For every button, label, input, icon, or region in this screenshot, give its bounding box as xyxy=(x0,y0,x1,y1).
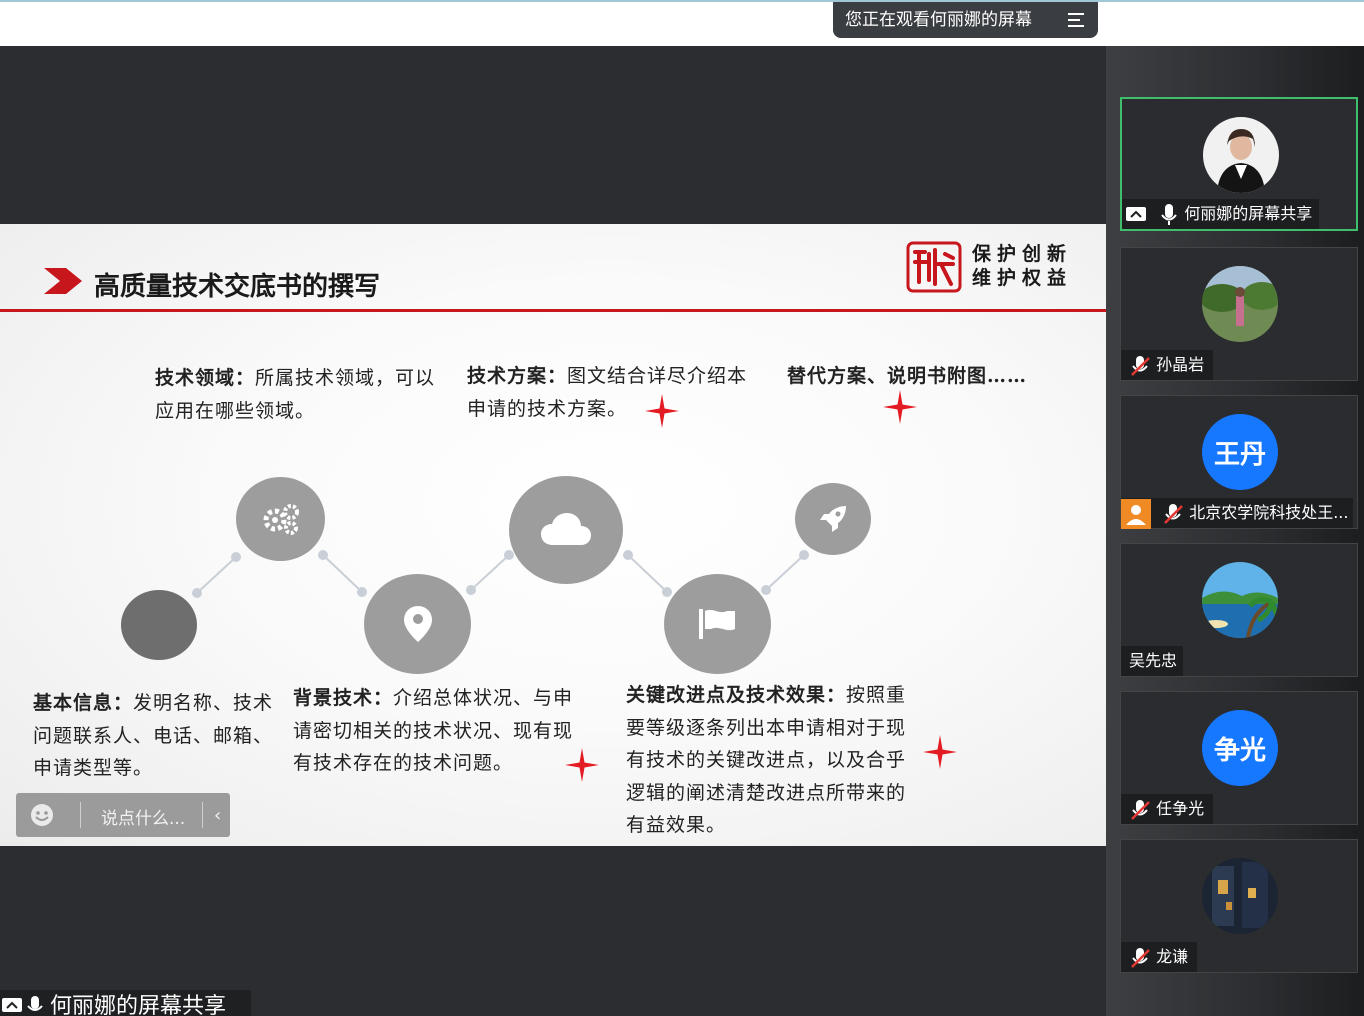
participant-name: 吴先忠 xyxy=(1129,651,1178,670)
top-bar: 您正在观看何丽娜的屏幕 xyxy=(0,0,1364,46)
info-circle xyxy=(121,590,197,660)
avatar xyxy=(1202,266,1278,342)
microphone-muted-icon xyxy=(1131,355,1150,376)
screen-share-icon xyxy=(1126,206,1146,221)
rocket-circle xyxy=(795,483,871,555)
flag-circle xyxy=(664,574,771,674)
basic-info-text: 基本信息：发明名称、技术问题联系人、电话、邮箱、申请类型等。 xyxy=(33,692,274,779)
participant-tile[interactable]: 何丽娜的屏幕共享 xyxy=(1120,97,1358,231)
tech-solution-text: 技术方案：图文结合详尽介绍本申请的技术方案。 xyxy=(467,365,748,420)
participant-tile[interactable]: 争光 任争光 xyxy=(1120,691,1358,825)
chevron-left-icon[interactable]: ‹ xyxy=(214,805,221,826)
participant-namebar: 龙谦 xyxy=(1121,942,1197,972)
cloud-circle xyxy=(509,476,623,584)
avatar: 争光 xyxy=(1202,710,1278,786)
divider xyxy=(202,802,203,828)
key-improvement-text: 关键改进点及技术效果：按照重要等级逐条列出本申请相对于现有技术的关键改进点，以及… xyxy=(626,684,907,836)
viewing-text: 您正在观看何丽娜的屏幕 xyxy=(845,10,1032,30)
menu-icon[interactable] xyxy=(1068,13,1084,27)
avatar: 王丹 xyxy=(1202,414,1278,490)
gears-circle xyxy=(236,477,325,561)
participant-name: 何丽娜的屏幕共享 xyxy=(1184,204,1313,223)
microphone-icon xyxy=(27,996,43,1011)
participant-tile[interactable]: 龙谦 xyxy=(1120,839,1358,973)
star-icon xyxy=(883,390,917,424)
microphone-muted-icon xyxy=(1131,947,1150,968)
participant-tile[interactable]: 吴先忠 xyxy=(1120,543,1358,677)
participant-name: 孙晶岩 xyxy=(1156,355,1205,374)
star-icon xyxy=(645,394,679,428)
participant-namebar: 北京农学院科技处王... xyxy=(1121,498,1353,529)
participant-namebar: 吴先忠 xyxy=(1121,646,1183,676)
microphone-icon xyxy=(1161,203,1177,225)
user-icon xyxy=(1121,498,1151,529)
location-circle xyxy=(364,574,471,674)
participant-tile[interactable]: 王丹 北京农学院科技处王... xyxy=(1120,395,1358,529)
participant-name: 任争光 xyxy=(1156,799,1205,818)
emoji-icon[interactable] xyxy=(30,803,54,827)
gears-icon xyxy=(263,504,299,535)
rocket-icon xyxy=(820,506,846,532)
divider xyxy=(80,802,81,828)
microphone-muted-icon xyxy=(1164,503,1183,524)
alternative-text: 替代方案、说明书附图…… xyxy=(787,365,1028,387)
participant-namebar: 何丽娜的屏幕共享 xyxy=(1122,199,1319,229)
bottom-share-label: 何丽娜的屏幕共享 xyxy=(0,990,251,1016)
bottom-label-text: 何丽娜的屏幕共享 xyxy=(50,994,227,1016)
participant-tile[interactable]: 孙晶岩 xyxy=(1120,247,1358,381)
avatar xyxy=(1203,117,1279,193)
presentation-slide: 高质量技术交底书的撰写 保护创新 维护权益 技术领域：所属技术领域，可以应用在哪… xyxy=(0,224,1106,846)
participant-namebar: 任争光 xyxy=(1121,794,1213,824)
participant-name: 北京农学院科技处王... xyxy=(1189,503,1349,522)
microphone-muted-icon xyxy=(1131,799,1150,820)
cloud-icon xyxy=(541,513,591,545)
star-icon xyxy=(923,735,957,769)
chat-input-bar[interactable]: 说点什么... ‹ xyxy=(16,793,230,837)
avatar xyxy=(1202,562,1278,638)
avatar xyxy=(1202,858,1278,934)
participant-namebar: 孙晶岩 xyxy=(1121,350,1213,380)
tech-field-text: 技术领域：所属技术领域，可以应用在哪些领域。 xyxy=(155,367,436,422)
flag-icon xyxy=(698,609,735,639)
screen-share-icon xyxy=(2,998,22,1012)
chat-placeholder[interactable]: 说点什么... xyxy=(101,804,185,829)
background-text: 背景技术：介绍总体状况、与申请密切相关的技术状况、现有现有技术存在的技术问题。 xyxy=(293,687,574,774)
viewing-banner[interactable]: 您正在观看何丽娜的屏幕 xyxy=(833,2,1098,38)
participant-name: 龙谦 xyxy=(1156,947,1189,966)
star-icon xyxy=(565,748,599,782)
location-pin-icon xyxy=(403,606,432,642)
